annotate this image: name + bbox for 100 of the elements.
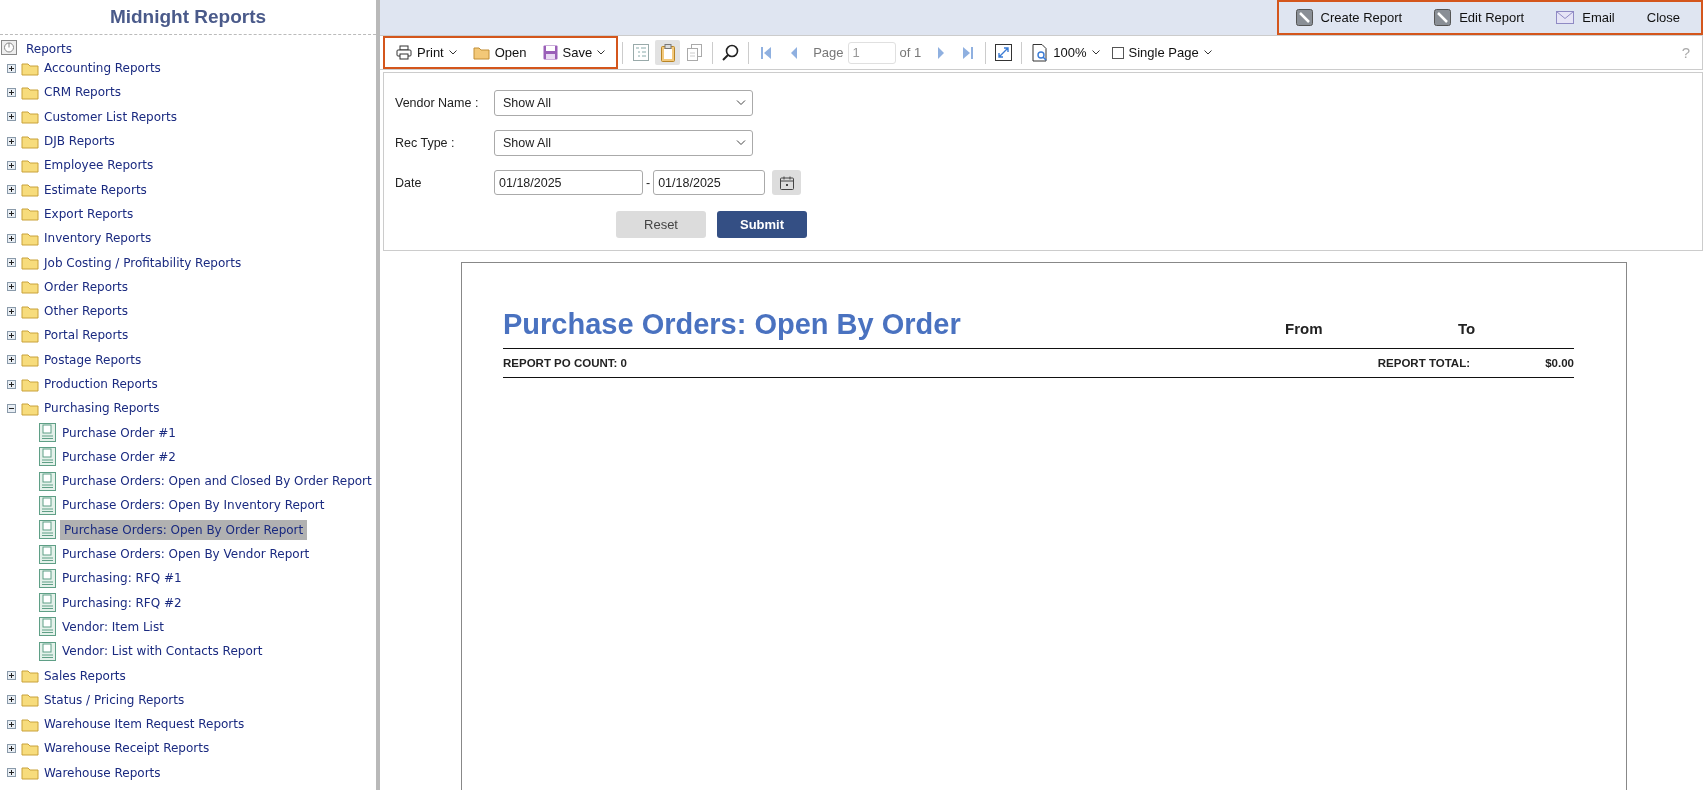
folder-item[interactable]: Sales Reports — [44, 668, 126, 683]
expand-icon[interactable] — [7, 233, 16, 243]
folder-item[interactable]: Employee Reports — [44, 158, 154, 173]
sidebar-title: Midnight Reports — [109, 5, 267, 29]
total-label: REPORT TOTAL: — [1377, 357, 1470, 369]
folder-icon — [21, 400, 39, 416]
expand-icon[interactable] — [7, 355, 16, 365]
folder-item[interactable]: Other Reports — [44, 304, 128, 319]
single-page-dropdown[interactable]: Single Page — [1105, 42, 1218, 63]
report-icon — [39, 568, 56, 588]
folder-icon — [21, 327, 39, 343]
folder-item[interactable]: Warehouse Receipt Reports — [44, 741, 210, 756]
report-item[interactable]: Purchase Order #2 — [60, 446, 178, 467]
report-icon — [39, 520, 56, 540]
date-field[interactable]: 01/18/2025 — [494, 170, 643, 195]
calendar-button[interactable] — [772, 170, 802, 195]
folder-item[interactable]: Order Reports — [44, 279, 128, 294]
expand-icon[interactable] — [7, 379, 16, 389]
field-label: Date — [395, 175, 423, 190]
expand-icon[interactable] — [7, 185, 16, 195]
tree-root-item[interactable]: Reports — [26, 42, 73, 56]
expand-icon[interactable] — [7, 306, 16, 316]
folder-icon — [21, 109, 39, 125]
caret-icon — [597, 50, 606, 55]
folder-item[interactable]: Purchasing Reports — [44, 401, 160, 416]
folder-item[interactable]: Estimate Reports — [44, 182, 147, 197]
reset-button[interactable]: Reset — [616, 211, 706, 238]
folder-icon — [21, 303, 39, 319]
zoom-page-icon — [1032, 43, 1049, 62]
report-item[interactable]: Purchase Orders: Open By Vendor Report — [60, 544, 312, 565]
expand-icon[interactable] — [7, 743, 16, 753]
folder-icon — [21, 692, 39, 708]
select-field[interactable]: Show All — [494, 130, 753, 156]
to-label: To — [1458, 320, 1477, 339]
folder-item[interactable]: CRM Reports — [44, 85, 121, 100]
select-field[interactable]: Show All — [494, 90, 753, 116]
folder-icon — [21, 255, 39, 270]
folder-item[interactable]: Job Costing / Profitability Reports — [44, 255, 242, 270]
folder-item[interactable]: Customer List Reports — [44, 109, 177, 124]
report-icon — [39, 544, 56, 564]
expand-icon[interactable] — [7, 282, 16, 292]
folder-item[interactable]: Warehouse Reports — [44, 765, 161, 780]
expand-icon[interactable] — [7, 112, 16, 122]
expand-icon[interactable] — [7, 719, 16, 729]
folder-item[interactable]: Inventory Reports — [44, 231, 152, 246]
folder-icon — [21, 765, 39, 781]
calendar-icon — [779, 175, 794, 190]
page-count: of 1 — [899, 45, 922, 60]
report-icon — [39, 593, 56, 613]
folder-item[interactable]: Postage Reports — [44, 352, 142, 367]
expand-icon[interactable] — [7, 695, 16, 705]
report-item[interactable]: Vendor: Item List — [60, 616, 166, 637]
action-button[interactable]: Create Report — [1286, 3, 1412, 32]
folder-item[interactable]: Status / Pricing Reports — [44, 692, 185, 707]
folder-icon — [21, 279, 39, 295]
expand-icon[interactable] — [7, 671, 16, 681]
zoom-dropdown[interactable]: 100% — [1026, 40, 1106, 65]
report-icon — [39, 617, 56, 637]
report-item[interactable]: Purchasing: RFQ #1 — [60, 568, 184, 589]
expand-icon[interactable] — [7, 87, 16, 97]
folder-icon — [21, 352, 39, 368]
toolbar-button[interactable]: Print — [389, 42, 464, 63]
range-separator: - — [646, 175, 651, 190]
toolbar-button[interactable]: Save — [535, 42, 613, 63]
date-field[interactable]: 01/18/2025 — [653, 170, 766, 195]
submit-button[interactable]: Submit — [717, 211, 807, 238]
expand-icon[interactable] — [7, 209, 16, 219]
folder-item[interactable]: Warehouse Item Request Reports — [44, 717, 245, 732]
folder-icon — [21, 157, 39, 173]
action-button[interactable]: Email — [1547, 3, 1624, 32]
toolbar-button[interactable]: Open — [465, 42, 534, 63]
from-label: From — [1285, 320, 1324, 339]
checkbox[interactable] — [1111, 46, 1124, 59]
report-icon — [39, 447, 56, 467]
expand-icon[interactable] — [7, 330, 16, 340]
expand-icon[interactable] — [7, 63, 16, 73]
report-icon — [39, 496, 56, 515]
toolbar-icon-button[interactable] — [655, 40, 681, 65]
expand-icon[interactable] — [7, 160, 16, 170]
clipboard-icon — [660, 43, 675, 62]
caret-icon — [1203, 50, 1212, 55]
folder-item[interactable]: Production Reports — [44, 377, 158, 391]
report-item[interactable]: Purchase Order #1 — [60, 422, 178, 443]
report-item[interactable]: Purchase Orders: Open By Inventory Report — [60, 495, 327, 516]
last-page-icon — [962, 45, 974, 60]
report-item[interactable]: Purchase Orders: Open By Order Report — [60, 519, 308, 540]
report-item[interactable]: Vendor: List with Contacts Report — [60, 641, 265, 662]
action-button[interactable]: Edit Report — [1425, 3, 1534, 32]
folder-item[interactable]: Export Reports — [44, 206, 134, 221]
expand-icon[interactable] — [7, 258, 16, 267]
expand-icon[interactable] — [7, 136, 16, 146]
report-item[interactable]: Purchasing: RFQ #2 — [60, 592, 184, 613]
folder-item[interactable]: Accounting Reports — [44, 61, 161, 76]
action-button[interactable]: Close — [1637, 3, 1689, 32]
report-item[interactable]: Purchase Orders: Open and Closed By Order Report — [60, 471, 374, 492]
folder-item[interactable]: DJB Reports — [44, 134, 115, 149]
expand-icon[interactable] — [7, 768, 16, 778]
collapse-icon[interactable] — [7, 403, 16, 413]
folder-item[interactable]: Portal Reports — [44, 328, 129, 343]
chevron-icon — [736, 100, 746, 106]
